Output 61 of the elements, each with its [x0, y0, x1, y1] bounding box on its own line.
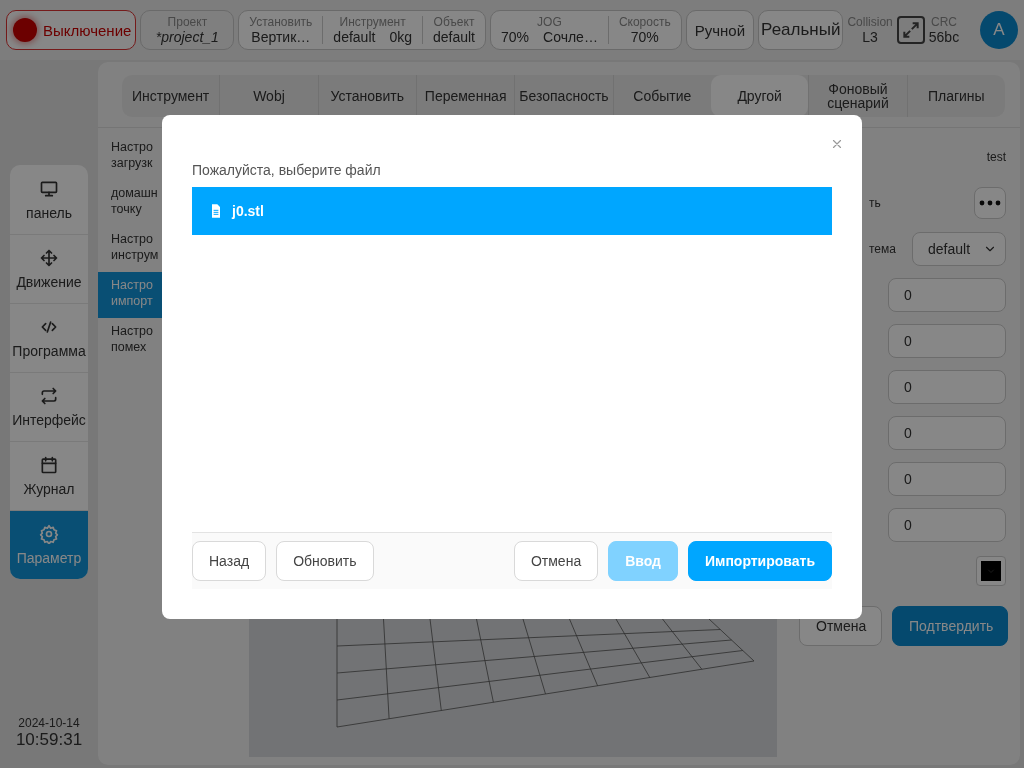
- tab[interactable]: Инструмент: [122, 75, 220, 117]
- collision-level: L3: [862, 28, 878, 46]
- field-value: Вертик…: [251, 28, 311, 46]
- field-value: Сочле…: [543, 28, 598, 46]
- status-group[interactable]: Установить Вертик… Инструмент default 0kg Объект default: [238, 10, 486, 50]
- dialog-button[interactable]: Обновить: [276, 541, 374, 581]
- input-field[interactable]: 0: [888, 370, 1006, 404]
- mode-button[interactable]: Ручной: [685, 10, 755, 50]
- field-caption: Инструмент: [339, 14, 406, 29]
- field-caption: Скорость: [618, 14, 671, 29]
- swap-arrows-icon: [39, 386, 59, 406]
- dialog-button[interactable]: Отмена: [513, 541, 599, 581]
- settings-item[interactable]: Настро загрузк: [98, 134, 162, 180]
- target-button[interactable]: Реальный: [758, 10, 844, 50]
- select-field[interactable]: default: [912, 232, 1006, 266]
- nav-item[interactable]: Параметр: [10, 510, 88, 579]
- dialog-button[interactable]: Назад: [192, 541, 267, 581]
- dialog-title: Пожалуйста, выберите файл: [192, 162, 382, 178]
- input-field[interactable]: 0: [888, 508, 1006, 542]
- time-text: 10:59:31: [15, 730, 83, 750]
- tab[interactable]: Другой: [710, 75, 809, 117]
- input-field[interactable]: 0: [888, 462, 1006, 496]
- status-group[interactable]: JOG 70% Сочле… Скорость 70%: [490, 10, 682, 50]
- field-caption: JOG: [537, 14, 562, 29]
- move-icon: [39, 248, 59, 268]
- input-field[interactable]: 0: [888, 416, 1006, 450]
- project-name: *project_1: [155, 28, 219, 46]
- field-caption: Объект: [433, 14, 475, 29]
- field-value: 0kg: [389, 28, 412, 46]
- settings-item[interactable]: домашн точку: [98, 180, 162, 226]
- more-icon[interactable]: [974, 187, 1006, 219]
- field-value: default: [432, 28, 475, 46]
- crc-value: 56bc: [928, 28, 960, 46]
- settings-item[interactable]: Настро импорт: [98, 272, 162, 318]
- calendar-icon: [39, 455, 59, 475]
- settings-icon: [39, 524, 59, 544]
- field-value: default: [333, 28, 376, 46]
- date-text: 2024-10-14: [18, 716, 80, 730]
- value-text: test: [986, 150, 1006, 164]
- nav-item[interactable]: Движение: [10, 234, 88, 303]
- close-icon[interactable]: [830, 137, 844, 151]
- settings-item[interactable]: Настро помех: [98, 318, 162, 364]
- settings-item[interactable]: Настро инструм: [98, 226, 162, 272]
- nav-item[interactable]: Интерфейс: [10, 372, 88, 441]
- file-item[interactable]: j0.stl: [192, 187, 832, 235]
- tab[interactable]: Плагины: [906, 75, 1005, 117]
- input-field[interactable]: 0: [888, 278, 1006, 312]
- field-caption: Установить: [249, 14, 313, 29]
- dialog-button[interactable]: Импортировать: [687, 541, 832, 581]
- field-value: 70%: [630, 28, 659, 46]
- field-label: ть: [869, 196, 881, 210]
- nav-item[interactable]: Программа: [10, 303, 88, 372]
- nav-item[interactable]: панель: [10, 165, 88, 234]
- field-label: тема: [869, 242, 896, 256]
- field-value: 70%: [501, 28, 530, 46]
- color-picker[interactable]: [976, 556, 1006, 586]
- input-field[interactable]: 0: [888, 324, 1006, 358]
- power-button[interactable]: Выключение: [6, 10, 137, 50]
- confirm-button[interactable]: Подтвердить: [892, 606, 1008, 646]
- expand-icon[interactable]: [896, 16, 925, 44]
- avatar[interactable]: A: [980, 11, 1018, 49]
